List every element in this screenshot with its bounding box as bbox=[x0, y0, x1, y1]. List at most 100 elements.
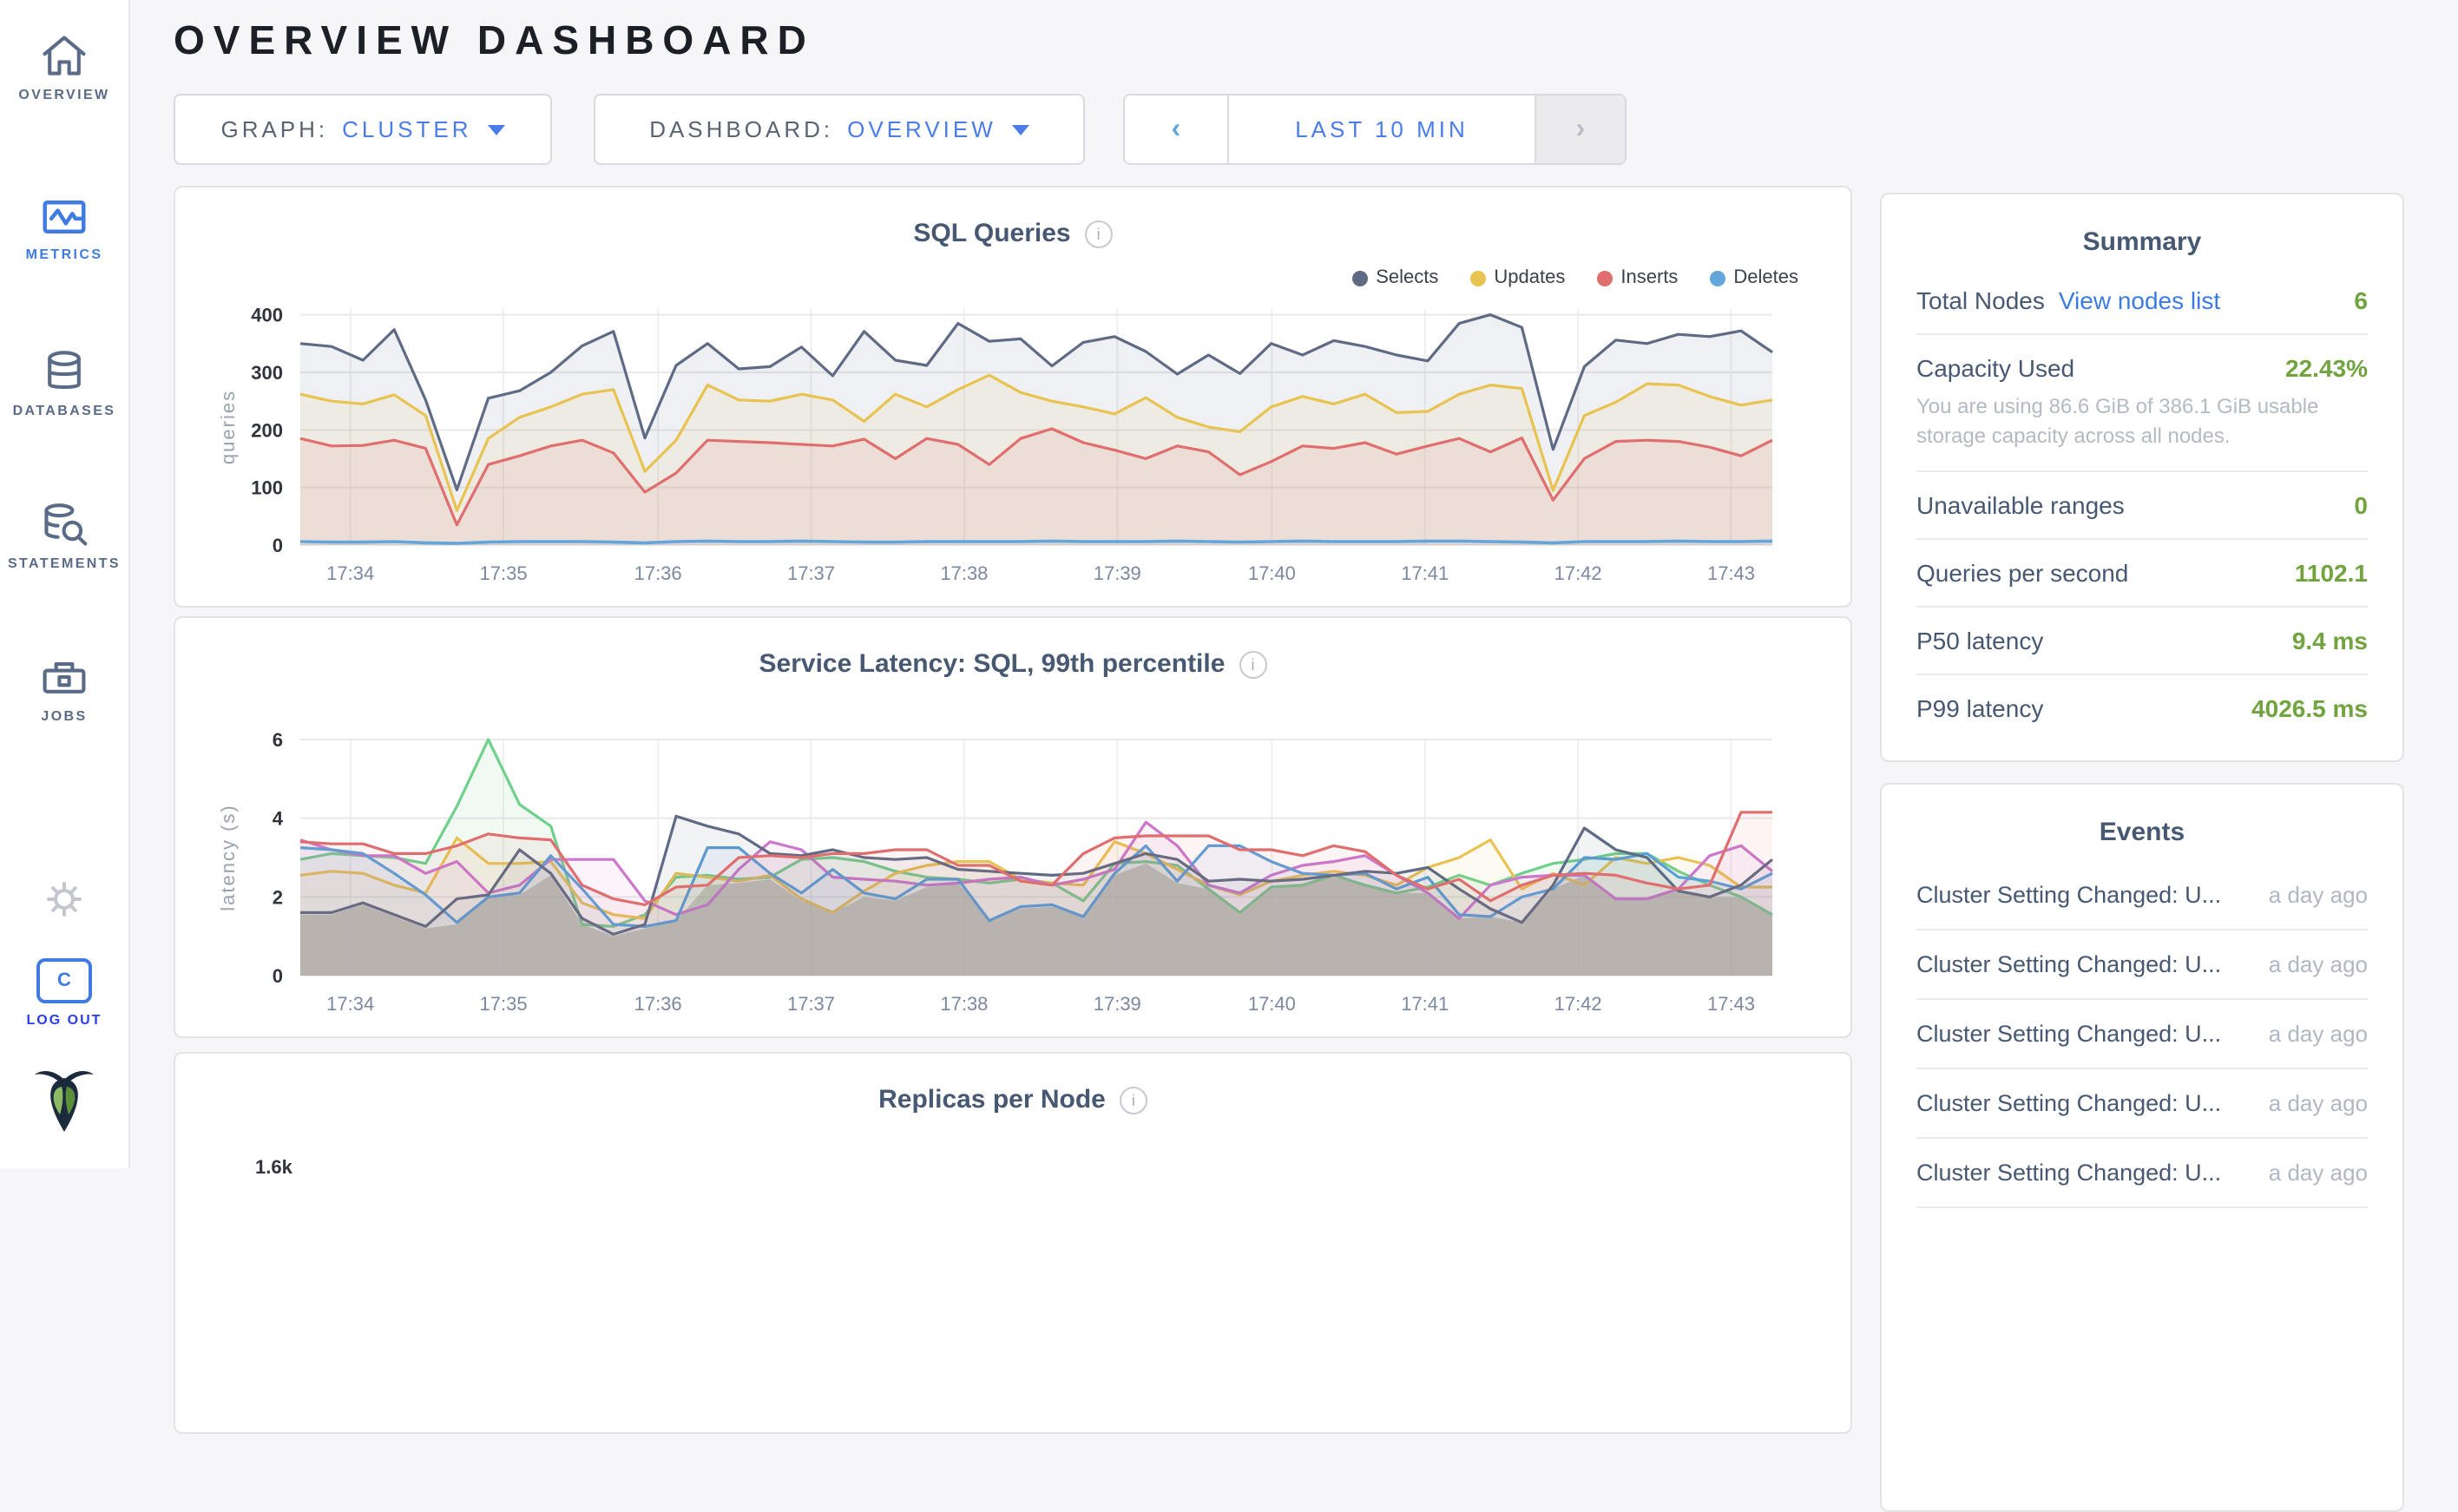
sidebar-item-label: JOBS bbox=[0, 708, 128, 724]
svg-text:0: 0 bbox=[273, 535, 283, 556]
svg-text:17:38: 17:38 bbox=[940, 993, 988, 1015]
capacity-note: You are using 86.6 GiB of 386.1 GiB usab… bbox=[1916, 389, 2368, 472]
svg-text:100: 100 bbox=[251, 477, 283, 499]
events-title: Events bbox=[1882, 785, 2402, 861]
summary-panel: Summary Total Nodes View nodes list 6 Ca… bbox=[1880, 193, 2404, 762]
sidebar-item-overview[interactable]: OVERVIEW bbox=[0, 31, 128, 102]
graph-dropdown-label: GRAPH: bbox=[220, 116, 328, 142]
sql-queries-chart[interactable]: 0 100 200 300 400 17:34 17:35 17:36 17:37 17:38 17… bbox=[175, 271, 1790, 609]
summary-row-p50: P50 latency 9.4 ms bbox=[1916, 608, 2368, 675]
info-icon[interactable]: i bbox=[1239, 651, 1266, 679]
svg-text:4: 4 bbox=[273, 808, 284, 830]
sidebar-item-jobs[interactable]: JOBS bbox=[0, 653, 128, 724]
svg-text:6: 6 bbox=[273, 729, 283, 751]
y-axis-tick: 1.6k bbox=[255, 1158, 292, 1179]
replicas-per-node-card: Replicas per Nodei 1.6k bbox=[174, 1052, 1852, 1434]
dashboard-dropdown-value: OVERVIEW bbox=[847, 116, 996, 142]
time-range-prev-button[interactable]: ‹ bbox=[1125, 95, 1229, 163]
view-nodes-list-link[interactable]: View nodes list bbox=[2059, 286, 2220, 314]
svg-text:17:36: 17:36 bbox=[634, 562, 682, 584]
dashboard-dropdown[interactable]: DASHBOARD: OVERVIEW bbox=[594, 94, 1085, 165]
capacity-used-value: 22.43% bbox=[2285, 354, 2368, 382]
sidebar: OVERVIEW METRICS DATABASES bbox=[0, 0, 130, 1168]
chart-title: SQL Queriesi bbox=[175, 219, 1850, 248]
svg-text:17:40: 17:40 bbox=[1248, 562, 1296, 584]
service-latency-chart[interactable]: 024617:3417:3517:3617:3717:3817:3917:401… bbox=[175, 701, 1790, 1040]
logout-label: LOG OUT bbox=[0, 1012, 128, 1028]
svg-text:17:42: 17:42 bbox=[1554, 562, 1602, 584]
svg-text:17:35: 17:35 bbox=[480, 562, 528, 584]
event-title[interactable]: Cluster Setting Changed: U... bbox=[1916, 882, 2221, 908]
graph-dropdown[interactable]: GRAPH: CLUSTER bbox=[174, 94, 552, 165]
app-root: OVERVIEW METRICS DATABASES bbox=[0, 0, 2458, 1168]
chevron-down-icon bbox=[1012, 124, 1029, 135]
svg-text:17:34: 17:34 bbox=[326, 562, 374, 584]
cockroach-logo-icon bbox=[0, 1062, 128, 1144]
event-row: Cluster Setting Changed: U... a day ago bbox=[1916, 930, 2368, 1000]
total-nodes-label: Total Nodes bbox=[1916, 286, 2045, 314]
summary-title: Summary bbox=[1882, 194, 2402, 267]
svg-text:300: 300 bbox=[251, 362, 283, 384]
p99-latency-value: 4026.5 ms bbox=[2251, 694, 2368, 722]
info-icon[interactable]: i bbox=[1120, 1087, 1147, 1114]
svg-text:17:41: 17:41 bbox=[1401, 562, 1449, 584]
event-title[interactable]: Cluster Setting Changed: U... bbox=[1916, 1160, 2221, 1186]
event-time: a day ago bbox=[2269, 1021, 2368, 1047]
svg-text:17:39: 17:39 bbox=[1094, 993, 1141, 1015]
event-time: a day ago bbox=[2269, 951, 2368, 977]
event-title[interactable]: Cluster Setting Changed: U... bbox=[1916, 951, 2221, 977]
home-icon bbox=[0, 31, 128, 80]
svg-text:latency (s): latency (s) bbox=[217, 804, 239, 910]
summary-row-capacity: Capacity Used 22.43% bbox=[1916, 335, 2368, 389]
svg-text:17:38: 17:38 bbox=[940, 562, 988, 584]
event-row: Cluster Setting Changed: U... a day ago bbox=[1916, 861, 2368, 930]
cockroach-c-icon: C bbox=[36, 958, 92, 1003]
sql-queries-card: SQL Queriesi SelectsUpdatesInsertsDelete… bbox=[174, 186, 1852, 608]
unavailable-ranges-label: Unavailable ranges bbox=[1916, 491, 2125, 519]
time-range-next-button[interactable]: › bbox=[1535, 95, 1625, 163]
svg-text:17:41: 17:41 bbox=[1401, 993, 1449, 1015]
svg-text:17:43: 17:43 bbox=[1707, 562, 1755, 584]
event-time: a day ago bbox=[2269, 1160, 2368, 1186]
sidebar-item-label: METRICS bbox=[0, 247, 128, 262]
event-row: Cluster Setting Changed: U... a day ago bbox=[1916, 1139, 2368, 1208]
page-title: OVERVIEW DASHBOARD bbox=[174, 17, 815, 64]
svg-text:200: 200 bbox=[251, 419, 283, 441]
time-range-value[interactable]: LAST 10 MIN bbox=[1229, 95, 1535, 163]
summary-row-qps: Queries per second 1102.1 bbox=[1916, 540, 2368, 608]
p99-latency-label: P99 latency bbox=[1916, 694, 2043, 722]
sidebar-item-label: STATEMENTS bbox=[0, 555, 128, 571]
svg-text:400: 400 bbox=[251, 305, 283, 326]
p50-latency-label: P50 latency bbox=[1916, 627, 2043, 654]
event-title[interactable]: Cluster Setting Changed: U... bbox=[1916, 1090, 2221, 1116]
metrics-icon bbox=[0, 194, 128, 240]
event-row: Cluster Setting Changed: U... a day ago bbox=[1916, 1069, 2368, 1139]
svg-text:17:39: 17:39 bbox=[1094, 562, 1141, 584]
svg-text:17:37: 17:37 bbox=[787, 993, 835, 1015]
summary-row-p99: P99 latency 4026.5 ms bbox=[1916, 675, 2368, 741]
events-panel: Events Cluster Setting Changed: U... a d… bbox=[1880, 783, 2404, 1512]
chart-title: Service Latency: SQL, 99th percentilei bbox=[175, 649, 1850, 679]
sidebar-item-label: OVERVIEW bbox=[0, 87, 128, 102]
sidebar-item-databases[interactable]: DATABASES bbox=[0, 347, 128, 418]
event-row: Cluster Setting Changed: U... a day ago bbox=[1916, 1000, 2368, 1069]
sidebar-item-metrics[interactable]: METRICS bbox=[0, 194, 128, 262]
time-range-selector: ‹ LAST 10 MIN › bbox=[1123, 94, 1627, 165]
settings-gear-icon[interactable] bbox=[0, 878, 128, 929]
graph-dropdown-value: CLUSTER bbox=[342, 116, 471, 142]
logout-button[interactable]: C LOG OUT bbox=[0, 958, 128, 1028]
service-latency-card: Service Latency: SQL, 99th percentilei 0… bbox=[174, 616, 1852, 1038]
svg-text:2: 2 bbox=[273, 886, 283, 908]
svg-text:17:34: 17:34 bbox=[326, 993, 374, 1015]
svg-text:17:37: 17:37 bbox=[787, 562, 835, 584]
svg-text:17:35: 17:35 bbox=[480, 993, 528, 1015]
sidebar-item-statements[interactable]: STATEMENTS bbox=[0, 500, 128, 571]
databases-icon bbox=[0, 347, 128, 396]
svg-text:0: 0 bbox=[273, 965, 283, 987]
summary-row-total-nodes: Total Nodes View nodes list 6 bbox=[1916, 267, 2368, 335]
info-icon[interactable]: i bbox=[1085, 220, 1113, 248]
event-title[interactable]: Cluster Setting Changed: U... bbox=[1916, 1021, 2221, 1047]
total-nodes-value: 6 bbox=[2354, 286, 2368, 314]
unavailable-ranges-value: 0 bbox=[2354, 491, 2368, 519]
event-time: a day ago bbox=[2269, 882, 2368, 908]
